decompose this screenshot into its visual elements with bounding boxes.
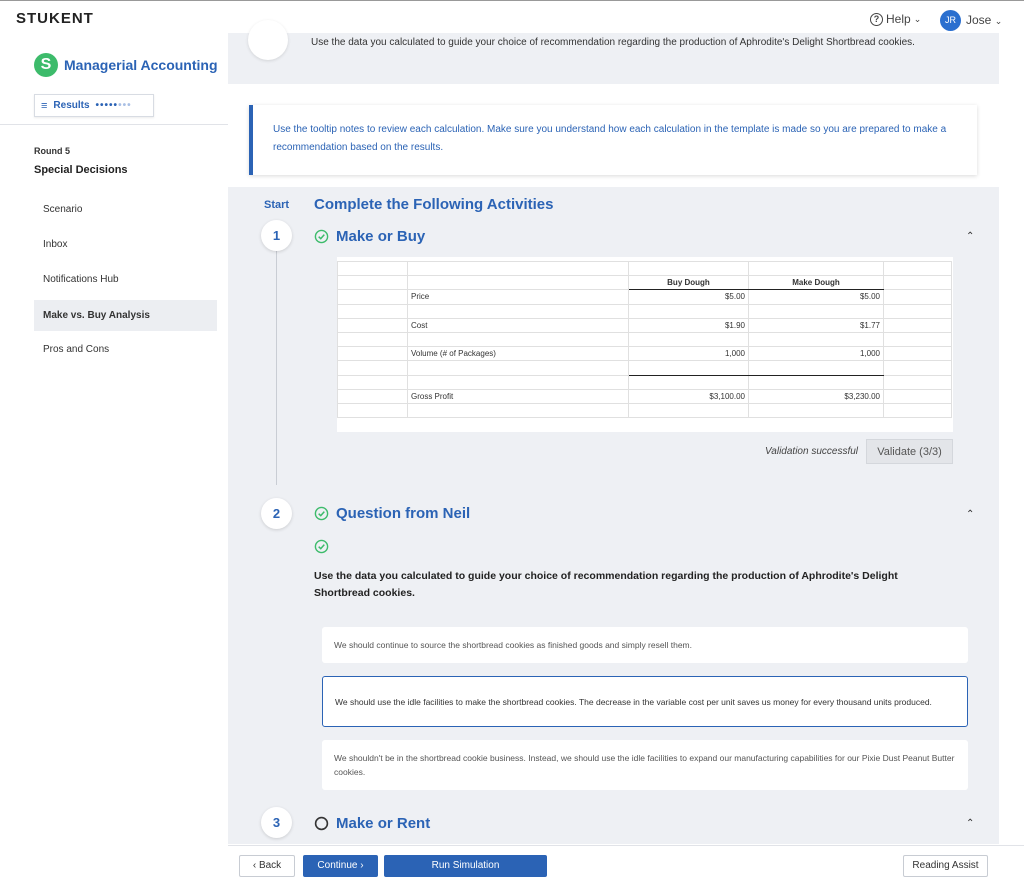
answer-option-2-selected[interactable]: We should use the idle facilities to mak… [322,676,968,727]
cell-buy-price[interactable]: $5.00 [628,289,749,305]
course-header[interactable]: S Managerial Accounting [34,53,218,77]
sidebar-item-make-vs-buy-analysis[interactable]: Make vs. Buy Analysis [34,300,217,331]
cell-make-volume[interactable]: 1,000 [748,346,884,362]
table-row: Cost $1.90 $1.77 [337,317,952,333]
top-border [0,0,1024,1]
row-label-volume: Volume (# of Packages) [407,346,629,362]
step-3-title: Make or Rent [336,815,431,832]
cell-make-gross-profit[interactable]: $3,230.00 [748,388,884,404]
avatar[interactable]: JR [940,10,961,31]
table-row: Gross Profit $3,100.00 $3,230.00 [337,388,952,404]
round-label: Round 5 [34,146,70,156]
course-logo-icon: S [34,53,58,77]
column-header-buy-dough: Buy Dough [628,275,749,291]
step-1-number: 1 [261,220,292,251]
collapse-step-1-chevron-up-icon[interactable]: ⌃ [966,231,974,242]
continue-button[interactable]: Continue › [303,855,378,877]
back-button[interactable]: ‹ Back [239,855,295,877]
row-label-gross-profit: Gross Profit [407,388,629,404]
cell-buy-volume[interactable]: 1,000 [628,346,749,362]
collapse-step-2-chevron-up-icon[interactable]: ⌃ [966,509,974,520]
sidebar-item-scenario[interactable]: Scenario [34,194,217,225]
step-1-header[interactable]: Make or Buy [314,228,425,245]
cell-make-cost[interactable]: $1.77 [748,317,884,333]
answer-option-3[interactable]: We shouldn't be in the shortbread cookie… [322,740,968,790]
empty-circle-icon [314,816,329,831]
step-2-number: 2 [261,498,292,529]
sidebar-item-inbox[interactable]: Inbox [34,229,217,260]
user-menu[interactable]: Jose ⌄ [966,13,1002,27]
step-circle-previous [248,20,288,60]
check-circle-icon [314,229,329,244]
back-label: Back [258,860,282,871]
column-header-make-dough: Make Dough [748,275,884,291]
cell-make-price[interactable]: $5.00 [748,289,884,305]
timeline-line [276,250,277,485]
activities-heading: Complete the Following Activities [314,196,554,213]
user-name: Jose [966,13,992,27]
step-2-title: Question from Neil [336,505,471,522]
validation-status: Validation successful [765,446,859,457]
progress-dots: •••••••• [95,100,132,111]
sidebar-item-pros-and-cons[interactable]: Pros and Cons [34,334,217,365]
collapse-step-3-chevron-up-icon[interactable]: ⌃ [966,818,974,829]
course-title: Managerial Accounting [64,57,218,73]
help-icon: ? [870,12,883,26]
cell-buy-cost[interactable]: $1.90 [628,317,749,333]
row-label-price: Price [407,289,629,305]
check-circle-icon [314,539,329,554]
step-2-header[interactable]: Question from Neil [314,505,470,522]
chevron-left-icon: ‹ [252,860,257,871]
question-text: Use the data you calculated to guide you… [314,570,898,599]
table-row: Price $5.00 $5.00 [337,289,952,305]
menu-icon: ≡ [41,99,48,112]
start-label: Start [264,199,290,211]
cell-buy-gross-profit[interactable]: $3,100.00 [628,388,749,404]
table-row: Volume (# of Packages) 1,000 1,000 [337,346,952,362]
run-simulation-button[interactable]: Run Simulation [384,855,547,877]
row-label-cost: Cost [407,317,629,333]
step-1-title: Make or Buy [336,228,426,245]
results-button[interactable]: ≡ Results •••••••• [34,94,154,117]
reading-assist-button[interactable]: Reading Assist [903,855,988,877]
chevron-right-icon: › [360,860,364,871]
make-or-buy-spreadsheet[interactable]: Buy Dough Make Dough Price $5.00 $5.00 C… [337,260,952,419]
right-gutter [999,33,1024,845]
chevron-down-icon: ⌄ [913,13,922,24]
validate-button[interactable]: Validate (3/3) [866,439,953,464]
check-circle-icon [314,506,329,521]
help-label: Help [886,12,911,26]
step-3-header[interactable]: Make or Rent [314,815,430,832]
results-label: Results [53,100,90,111]
spreadsheet-panel: Buy Dough Make Dough Price $5.00 $5.00 C… [337,257,953,432]
previous-question-text: Use the data you calculated to guide you… [311,37,915,48]
step-3-number: 3 [261,807,292,838]
sidebar-divider [0,124,228,125]
round-title: Special Decisions [34,164,128,176]
stukent-logo[interactable]: STUKENT [16,10,94,27]
answer-option-1[interactable]: We should continue to source the shortbr… [322,627,968,663]
chevron-down-icon: ⌄ [994,16,1003,26]
tooltip-note-card: Use the tooltip notes to review each cal… [249,105,977,175]
sidebar-item-notifications-hub[interactable]: Notifications Hub [34,264,217,295]
continue-label: Continue [317,860,358,871]
help-menu[interactable]: ? Help ⌄ [870,12,921,26]
